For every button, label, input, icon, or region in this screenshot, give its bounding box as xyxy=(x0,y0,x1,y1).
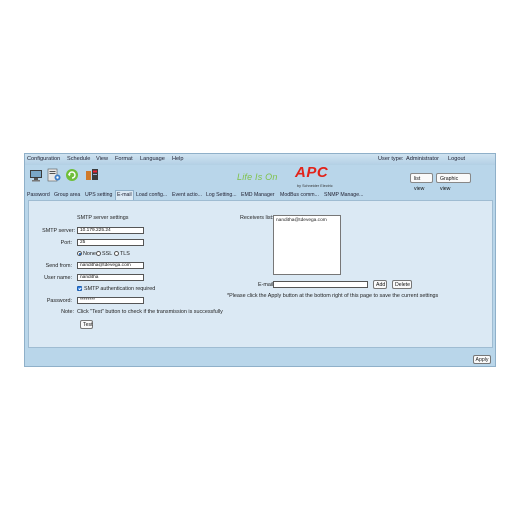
security-none-radio[interactable] xyxy=(77,251,82,256)
logout-link[interactable]: Logout xyxy=(448,156,465,162)
menu-schedule[interactable]: Schedule xyxy=(67,156,90,162)
menu-view[interactable]: View xyxy=(96,156,108,162)
security-tls-label: TLS xyxy=(120,251,130,257)
tab-snmp-manager[interactable]: SNMP Manage... xyxy=(324,191,363,200)
security-ssl-label: SSL xyxy=(102,251,113,257)
smtp-section-title: SMTP server settings xyxy=(77,215,129,221)
tab-event-action[interactable]: Event actio... xyxy=(172,191,202,200)
list-view-button[interactable]: list view xyxy=(410,173,433,192)
tab-modbus[interactable]: ModBus comm... xyxy=(280,191,319,200)
app-window: Configuration Schedule View Format Langu… xyxy=(24,153,496,367)
smtp-auth-checkbox[interactable] xyxy=(77,286,82,291)
test-button[interactable]: Test xyxy=(80,320,93,329)
delete-button[interactable]: Delete xyxy=(392,280,412,289)
note-text: Click "Test" button to check if the tran… xyxy=(77,309,223,315)
add-button[interactable]: Add xyxy=(373,280,387,289)
menu-bar: Configuration Schedule View Format Langu… xyxy=(25,154,495,165)
tab-log-setting[interactable]: Log Setting... xyxy=(206,191,237,200)
email-settings-panel: SMTP server settings SMTP server: 10.179… xyxy=(28,200,493,348)
username-label: User name: xyxy=(44,275,72,281)
menu-format[interactable]: Format xyxy=(115,156,133,162)
menu-configuration[interactable]: Configuration xyxy=(27,156,60,162)
graphic-view-button[interactable]: Graphic view xyxy=(436,173,471,192)
tab-email[interactable]: E-mail xyxy=(115,190,134,200)
settings-device-icon[interactable] xyxy=(47,168,61,182)
receiver-list-item[interactable]: nanditha@tdevega.com xyxy=(276,218,338,223)
brand-slogan: Life Is On xyxy=(237,172,278,182)
password-input[interactable]: ******** xyxy=(77,297,144,304)
receivers-list-label: Receivers list: xyxy=(240,215,274,221)
menu-language[interactable]: Language xyxy=(140,156,165,162)
apply-note: *Please click the Apply button at the bo… xyxy=(227,293,439,299)
password-label: Password: xyxy=(46,298,72,304)
security-tls-radio[interactable] xyxy=(114,251,119,256)
user-type-label: User type: xyxy=(378,156,404,162)
tab-load-config[interactable]: Load config... xyxy=(136,191,167,200)
security-ssl-radio[interactable] xyxy=(96,251,101,256)
port-input[interactable]: 25 xyxy=(77,239,144,246)
user-type-value: Administrator xyxy=(406,156,439,162)
tab-bar: Password Group area UPS setting E-mail L… xyxy=(25,190,495,200)
port-label: Port: xyxy=(60,240,72,246)
tab-ups-setting[interactable]: UPS setting xyxy=(85,191,112,200)
tab-group-area[interactable]: Group area xyxy=(54,191,80,200)
smtp-auth-label: SMTP authentication required xyxy=(84,286,156,292)
apc-logo-subtitle: by Schneider Electric xyxy=(297,184,333,188)
username-input[interactable]: nanditha xyxy=(77,274,144,281)
security-none-label: None xyxy=(83,251,96,257)
tab-password[interactable]: Password xyxy=(27,191,50,200)
send-from-input[interactable]: nanditha@tdevega.com xyxy=(77,262,144,269)
menu-help[interactable]: Help xyxy=(172,156,184,162)
apc-logo-text: APC xyxy=(295,164,329,181)
note-label: Note: xyxy=(61,309,74,315)
apc-logo: APC by Schneider Electric xyxy=(295,164,333,188)
apply-button[interactable]: Apply xyxy=(473,355,491,364)
tab-emd-manager[interactable]: EMD Manager xyxy=(241,191,274,200)
monitor-icon[interactable] xyxy=(29,168,43,182)
email-input[interactable] xyxy=(273,281,368,288)
refresh-icon[interactable] xyxy=(65,168,79,182)
network-icon[interactable] xyxy=(85,168,99,182)
send-from-label: Send from: xyxy=(45,263,72,269)
smtp-server-label: SMTP server: xyxy=(42,228,75,234)
receivers-listbox[interactable]: nanditha@tdevega.com xyxy=(273,215,341,275)
smtp-server-input[interactable]: 10.179.225.24 xyxy=(77,227,144,234)
